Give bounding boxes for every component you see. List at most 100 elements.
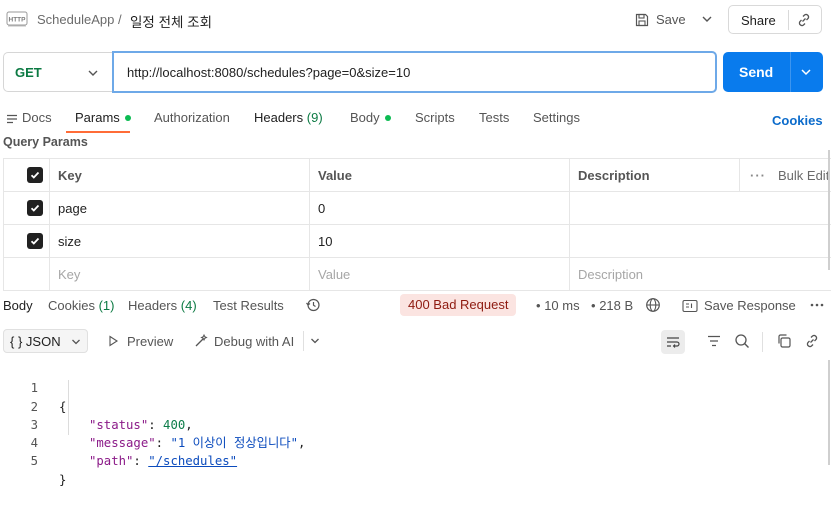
tab-docs[interactable]: Docs	[6, 110, 52, 125]
code-line: 1 {	[0, 361, 820, 379]
table-row: page 0	[4, 192, 831, 225]
code-line: 4 "path": "/schedules"	[0, 416, 820, 434]
request-title[interactable]: 일정 전체 조회	[130, 11, 212, 31]
send-options-chevron-icon[interactable]	[799, 65, 813, 79]
filter-icon[interactable]	[706, 334, 722, 348]
bulk-edit-button[interactable]: Bulk Edit	[778, 168, 829, 183]
tab-label: Docs	[22, 110, 52, 125]
save-button[interactable]: Save	[634, 6, 690, 33]
json-link-value[interactable]: "/schedules"	[148, 454, 237, 468]
column-header-key: Key	[50, 159, 310, 192]
param-key[interactable]: size	[50, 225, 310, 258]
url-input[interactable]: http://localhost:8080/schedules?page=0&s…	[112, 51, 717, 93]
tab-headers[interactable]: Headers (9)	[254, 110, 323, 125]
active-indicator-dot	[125, 115, 131, 121]
response-time: • 10 ms	[536, 298, 580, 313]
more-options-icon[interactable]	[809, 298, 825, 312]
tab-params[interactable]: Params	[75, 110, 131, 125]
tab-scripts[interactable]: Scripts	[415, 110, 455, 125]
description-placeholder[interactable]: Description	[570, 258, 831, 291]
copy-link-icon[interactable]	[795, 11, 813, 29]
save-label: Save	[656, 12, 686, 27]
divider	[303, 331, 304, 351]
ai-sparkle-icon	[193, 333, 209, 349]
format-value: JSON	[26, 334, 61, 349]
scrollbar[interactable]	[828, 360, 830, 465]
send-button[interactable]: Send	[723, 52, 823, 92]
wrap-lines-icon[interactable]	[661, 330, 685, 354]
breadcrumb-collection[interactable]: ScheduleApp	[37, 12, 114, 27]
share-button[interactable]: Share	[728, 5, 822, 34]
tab-label: Authorization	[154, 110, 230, 125]
globe-icon[interactable]	[645, 297, 661, 313]
tab-settings[interactable]: Settings	[533, 110, 580, 125]
query-params-title: Query Params	[3, 135, 88, 149]
response-tab-test-results[interactable]: Test Results	[213, 298, 284, 313]
copy-icon[interactable]	[776, 333, 792, 349]
save-response-icon[interactable]	[682, 299, 698, 313]
breadcrumb-separator: /	[118, 12, 122, 27]
value-placeholder[interactable]: Value	[310, 258, 570, 291]
tab-label: Settings	[533, 110, 580, 125]
response-tab-cookies[interactable]: Cookies (1)	[48, 298, 114, 313]
checkbox-checked-icon[interactable]	[27, 167, 43, 183]
share-label: Share	[741, 13, 776, 28]
active-indicator-dot	[385, 115, 391, 121]
chevron-down-icon	[86, 66, 100, 80]
tab-label: Cookies	[48, 298, 95, 313]
param-value[interactable]: 10	[310, 225, 570, 258]
table-row: size 10	[4, 225, 831, 258]
response-size: • 218 B	[591, 298, 633, 313]
search-icon[interactable]	[734, 333, 750, 349]
param-description[interactable]	[570, 225, 831, 258]
chevron-down-icon[interactable]	[309, 335, 321, 347]
debug-with-ai-button[interactable]: Debug with AI	[214, 334, 294, 349]
table-row-empty: Key Value Description	[4, 258, 831, 291]
response-tab-headers[interactable]: Headers (4)	[128, 298, 197, 313]
key-placeholder[interactable]: Key	[50, 258, 310, 291]
param-description[interactable]	[570, 192, 831, 225]
dot-separator: •	[591, 298, 596, 313]
tab-authorization[interactable]: Authorization	[154, 110, 230, 125]
save-options-chevron-icon[interactable]	[698, 10, 716, 28]
response-tab-body[interactable]: Body	[3, 298, 33, 313]
tab-label: Headers	[128, 298, 177, 313]
divider	[788, 10, 789, 30]
save-response-button[interactable]: Save Response	[704, 298, 796, 313]
row-checkbox-cell[interactable]	[4, 225, 50, 258]
tab-label: Params	[75, 110, 120, 125]
bulk-edit-cell[interactable]: ··· Bulk Edit	[740, 159, 831, 192]
time-value: 10 ms	[544, 298, 579, 313]
tab-label: Tests	[479, 110, 509, 125]
method-select[interactable]: GET	[3, 52, 112, 92]
more-options-icon[interactable]: ···	[750, 168, 766, 183]
preview-button[interactable]: Preview	[127, 334, 173, 349]
scrollbar[interactable]	[828, 150, 830, 270]
tab-tests[interactable]: Tests	[479, 110, 509, 125]
select-all-cell[interactable]	[4, 159, 50, 192]
status-badge[interactable]: 400 Bad Request	[400, 294, 516, 316]
url-text: http://localhost:8080/schedules?page=0&s…	[127, 65, 410, 80]
response-body-code[interactable]: 1 { 2 "status": 400, 3 "message": "1 이상이…	[0, 361, 820, 452]
active-tab-underline	[66, 131, 130, 133]
tab-body[interactable]: Body	[350, 110, 391, 125]
row-checkbox-cell[interactable]	[4, 192, 50, 225]
history-icon[interactable]	[305, 297, 321, 313]
format-select[interactable]: { } JSON	[3, 329, 88, 353]
param-key[interactable]: page	[50, 192, 310, 225]
column-header-value: Value	[310, 159, 570, 192]
checkbox-checked-icon[interactable]	[27, 200, 43, 216]
checkbox-checked-icon[interactable]	[27, 233, 43, 249]
cookies-count: (1)	[99, 298, 115, 313]
divider	[790, 52, 791, 92]
send-label: Send	[739, 64, 773, 80]
http-request-icon: HTTP	[6, 9, 28, 29]
link-icon[interactable]	[804, 333, 820, 349]
tab-label: Body	[350, 110, 380, 125]
param-value[interactable]: 0	[310, 192, 570, 225]
svg-text:HTTP: HTTP	[9, 17, 27, 24]
cookies-link[interactable]: Cookies	[772, 113, 823, 128]
size-value: 218 B	[599, 298, 633, 313]
headers-count: (4)	[181, 298, 197, 313]
tab-label: Headers	[254, 110, 303, 125]
